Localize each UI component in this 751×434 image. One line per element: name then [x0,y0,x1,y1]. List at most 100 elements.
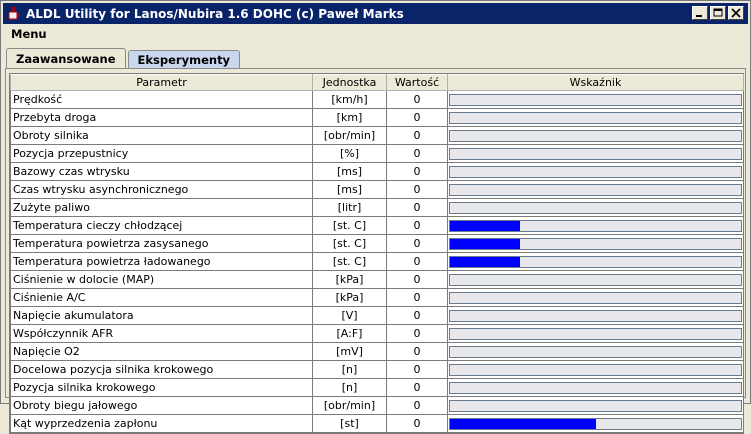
minimize-button[interactable] [692,6,708,20]
level-meter [449,255,742,268]
level-meter [449,219,742,232]
meter-cell [447,360,744,379]
meter-cell [447,288,744,307]
column-header-unit[interactable]: Jednostka [312,74,387,91]
meter-cell [447,324,744,343]
table-row[interactable]: Obroty biegu jałowego [obr/min] 0 [10,396,744,415]
parameter-table: Parametr Jednostka Wartość Wskaźnik Pręd… [9,73,744,434]
table-header-row: Parametr Jednostka Wartość Wskaźnik [10,74,744,91]
unit-cell: [ms] [312,162,387,181]
unit-cell: [A:F] [312,324,387,343]
level-meter [449,273,742,286]
unit-cell: [obr/min] [312,126,387,145]
tab-strip: Zaawansowane Eksperymenty [6,48,242,68]
table-row[interactable]: Docelowa pozycja silnika krokowego [n] 0 [10,360,744,379]
table-row[interactable]: Pozycja silnika krokowego [n] 0 [10,378,744,397]
value-cell: 0 [386,198,448,217]
value-cell: 0 [386,360,448,379]
java-cup-icon [8,6,20,19]
table-row[interactable]: Obroty silnika [obr/min] 0 [10,126,744,145]
param-cell: Napięcie akumulatora [10,306,313,325]
table-row[interactable]: Bazowy czas wtrysku [ms] 0 [10,162,744,181]
meter-cell [447,90,744,109]
table-row[interactable]: Temperatura powietrza ładowanego [st. C] 0 [10,252,744,271]
param-cell: Temperatura cieczy chłodzącej [10,216,313,235]
param-cell: Obroty silnika [10,126,313,145]
unit-cell: [kPa] [312,288,387,307]
table-row[interactable]: Współczynnik AFR [A:F] 0 [10,324,744,343]
table-row[interactable]: Pozycja przepustnicy [%] 0 [10,144,744,163]
param-cell: Czas wtrysku asynchronicznego [10,180,313,199]
meter-cell [447,252,744,271]
table-row[interactable]: Ciśnienie A/C [kPa] 0 [10,288,744,307]
level-meter [449,183,742,196]
value-cell: 0 [386,234,448,253]
value-cell: 0 [386,396,448,415]
value-cell: 0 [386,288,448,307]
tab-eksperymenty[interactable]: Eksperymenty [127,50,241,68]
meter-cell [447,126,744,145]
close-button[interactable] [728,6,744,20]
close-icon [731,8,741,18]
param-cell: Temperatura powietrza zasysanego [10,234,313,253]
table-row[interactable]: Prędkość [km/h] 0 [10,90,744,109]
unit-cell: [st. C] [312,252,387,271]
unit-cell: [km] [312,108,387,127]
meter-cell [447,198,744,217]
meter-cell [447,414,744,433]
table-row[interactable]: Ciśnienie w dolocie (MAP) [kPa] 0 [10,270,744,289]
table-row[interactable]: Temperatura powietrza zasysanego [st. C] 0 [10,234,744,253]
level-meter [449,93,742,106]
unit-cell: [kPa] [312,270,387,289]
maximize-button[interactable] [710,6,726,20]
level-meter [449,147,742,160]
value-cell: 0 [386,144,448,163]
value-cell: 0 [386,324,448,343]
tab-zaawansowane[interactable]: Zaawansowane [6,48,126,68]
meter-cell [447,216,744,235]
table-row[interactable]: Czas wtrysku asynchronicznego [ms] 0 [10,180,744,199]
param-cell: Temperatura powietrza ładowanego [10,252,313,271]
meter-cell [447,108,744,127]
unit-cell: [ms] [312,180,387,199]
level-meter-fill [450,238,520,249]
meter-cell [447,306,744,325]
param-cell: Pozycja przepustnicy [10,144,313,163]
column-header-value[interactable]: Wartość [386,74,448,91]
value-cell: 0 [386,306,448,325]
level-meter [449,291,742,304]
unit-cell: [km/h] [312,90,387,109]
level-meter [449,381,742,394]
window-title: ALDL Utility for Lanos/Nubira 1.6 DOHC (… [26,6,404,21]
value-cell: 0 [386,270,448,289]
unit-cell: [%] [312,144,387,163]
param-cell: Napięcie O2 [10,342,313,361]
param-cell: Ciśnienie A/C [10,288,313,307]
table-row[interactable]: Kąt wyprzedzenia zapłonu [st] 0 [10,414,744,433]
column-header-param[interactable]: Parametr [10,74,313,91]
unit-cell: [litr] [312,198,387,217]
title-bar[interactable]: ALDL Utility for Lanos/Nubira 1.6 DOHC (… [3,3,748,24]
table-row[interactable]: Napięcie akumulatora [V] 0 [10,306,744,325]
tab-panel: Parametr Jednostka Wartość Wskaźnik Pręd… [5,68,746,434]
menu-item-menu[interactable]: Menu [3,27,55,41]
level-meter [449,363,742,376]
value-cell: 0 [386,90,448,109]
unit-cell: [st. C] [312,234,387,253]
table-row[interactable]: Temperatura cieczy chłodzącej [st. C] 0 [10,216,744,235]
param-cell: Kąt wyprzedzenia zapłonu [10,414,313,433]
column-header-meter[interactable]: Wskaźnik [447,74,744,91]
table-row[interactable]: Przebyta droga [km] 0 [10,108,744,127]
unit-cell: [V] [312,306,387,325]
param-cell: Bazowy czas wtrysku [10,162,313,181]
minimize-icon [696,15,702,17]
table-row[interactable]: Zużyte paliwo [litr] 0 [10,198,744,217]
value-cell: 0 [386,108,448,127]
param-cell: Zużyte paliwo [10,198,313,217]
param-cell: Ciśnienie w dolocie (MAP) [10,270,313,289]
menu-bar: Menu [3,25,748,43]
param-cell: Przebyta droga [10,108,313,127]
unit-cell: [mV] [312,342,387,361]
table-row[interactable]: Napięcie O2 [mV] 0 [10,342,744,361]
level-meter [449,237,742,250]
